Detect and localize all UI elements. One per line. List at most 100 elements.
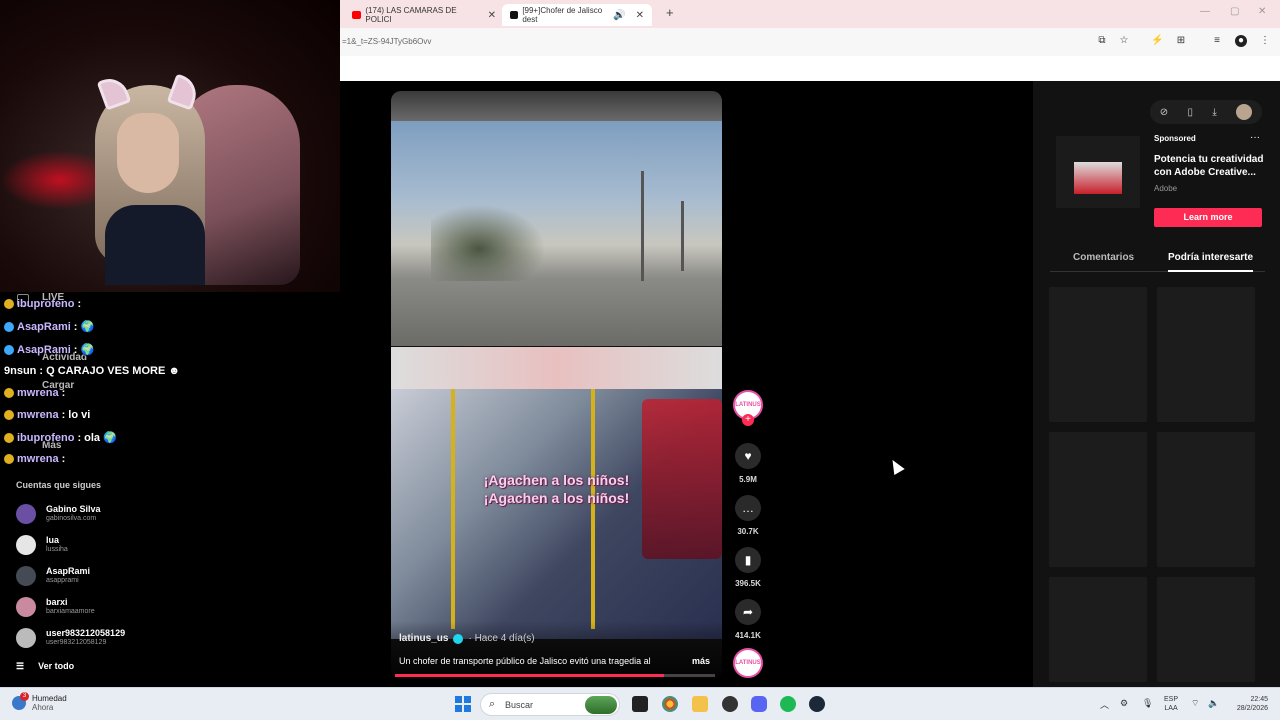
following-item[interactable]: Gabino Silva gabinosilva.com: [16, 502, 216, 528]
comment-button[interactable]: … 30.7K: [733, 495, 763, 536]
search-icon: ⌕: [489, 698, 496, 710]
compass-icon[interactable]: ⊘: [1160, 107, 1168, 118]
bookmark-icon[interactable]: ▮: [735, 547, 761, 573]
chat-message: AsapRami : 🌍: [4, 343, 94, 356]
author-avatar-button[interactable]: LATINUS +: [733, 390, 763, 426]
follow-plus-icon[interactable]: +: [742, 414, 754, 426]
start-button[interactable]: [455, 696, 471, 712]
lang-code: ESP: [1164, 696, 1179, 703]
video-info: latinus_us · Hace 4 día(s) Un chofer de …: [391, 621, 722, 679]
speaker-icon[interactable]: 🔊: [613, 10, 625, 21]
download-icon[interactable]: ⤓: [1212, 107, 1216, 118]
ad-image[interactable]: [1056, 136, 1140, 208]
suggested-thumbnail[interactable]: [1157, 287, 1255, 422]
task-view-icon[interactable]: [632, 696, 648, 712]
chat-badge-icon: [4, 344, 14, 355]
chat-badge-icon: [4, 410, 14, 420]
following-item[interactable]: barxi barxiamaamore: [16, 595, 216, 621]
install-icon[interactable]: ⧉: [1096, 35, 1108, 47]
avatar: [16, 597, 36, 617]
chat-text: : Q CARAJO VES MORE: [39, 365, 166, 377]
tab-tiktok[interactable]: [99+]Chofer de Jalisco dest 🔊 ✕: [502, 4, 652, 26]
video-top-strip: [391, 91, 722, 121]
media-icon[interactable]: ≡: [1211, 35, 1223, 47]
wifi-icon[interactable]: ⌔: [1191, 698, 1199, 709]
language-indicator[interactable]: ESP LAA: [1164, 695, 1178, 713]
close-window-icon[interactable]: ✕: [1258, 6, 1266, 17]
weather-widget[interactable]: 3 Humedad Ahora: [12, 692, 67, 712]
verified-icon: [453, 633, 464, 644]
video-author[interactable]: latinus_us · Hace 4 día(s): [399, 633, 535, 644]
see-all-button[interactable]: ☰ Ver todo: [16, 661, 74, 672]
comment-count: 30.7K: [737, 527, 759, 536]
file-explorer-icon[interactable]: [692, 696, 708, 712]
taskbar-search[interactable]: ⌕ Buscar: [480, 693, 620, 716]
chat-user: mwrena: [17, 387, 59, 399]
like-button[interactable]: ♥ 5.9M: [733, 443, 763, 484]
chat-message: mwrena : lo vi: [4, 409, 90, 421]
save-button[interactable]: ▮ 396.5K: [733, 547, 763, 588]
puzzle-icon[interactable]: ⊞: [1175, 35, 1187, 47]
progress-fill: [395, 674, 664, 677]
author-name[interactable]: latinus_us: [399, 633, 448, 644]
right-tabs: Comentarios Podría interesarte: [1050, 250, 1265, 272]
bookmark-star-icon[interactable]: ☆: [1118, 35, 1130, 47]
ad-title[interactable]: Potencia tu creatividad con Adobe Creati…: [1154, 153, 1264, 179]
following-item[interactable]: user983212058129 user983212058129: [16, 626, 216, 652]
following-item[interactable]: lua lussiha: [16, 533, 216, 559]
blur-band: [391, 347, 722, 389]
following-name: user983212058129: [46, 628, 126, 638]
share-button[interactable]: ➦ 414.1K: [733, 599, 763, 640]
app-icon[interactable]: [722, 696, 738, 712]
following-name: Gabino Silva: [46, 504, 101, 514]
chat-text: : ola: [77, 431, 101, 444]
maximize-icon[interactable]: ▢: [1230, 6, 1239, 17]
user-avatar-icon[interactable]: [1236, 104, 1253, 120]
more-button[interactable]: más: [692, 656, 710, 666]
address-bar[interactable]: =1&_t=ZS-94JTyGb6Ovv ⧉ ☆ ⚡ ⊞ ≡ ● ⋮: [340, 28, 1280, 56]
learn-more-button[interactable]: Learn more: [1154, 208, 1262, 227]
close-tab-icon[interactable]: ✕: [636, 10, 644, 21]
profile-icon[interactable]: ●: [1235, 35, 1247, 47]
suggested-thumbnail[interactable]: [1157, 577, 1255, 682]
streamer-face: [117, 113, 179, 193]
tab-youtube[interactable]: (174) LAS CAMARAS DE POLICI ✕: [344, 4, 504, 26]
tiktok-icon: [510, 11, 519, 19]
ad-brand: Adobe: [1154, 184, 1178, 193]
tab-suggested[interactable]: Podría interesarte: [1168, 252, 1254, 272]
suggested-thumbnail[interactable]: [1049, 577, 1147, 682]
streamer: [95, 73, 205, 285]
save-count: 396.5K: [735, 579, 761, 588]
sound-avatar[interactable]: LATINUS: [733, 648, 763, 678]
comment-icon[interactable]: …: [735, 495, 761, 521]
heart-icon[interactable]: ♥: [735, 443, 761, 469]
tray-app-icon[interactable]: ⚙: [1120, 698, 1128, 709]
phone-icon[interactable]: ▯: [1188, 107, 1194, 118]
utility-pole: [681, 201, 684, 271]
weather-icon: 3: [12, 692, 29, 710]
suggested-thumbnail[interactable]: [1049, 432, 1147, 567]
video-progress[interactable]: [395, 674, 715, 677]
tray-chevron-icon[interactable]: ︿: [1100, 698, 1109, 711]
following-item[interactable]: AsapRami asapprami: [16, 564, 216, 590]
minimize-icon[interactable]: —: [1200, 6, 1210, 17]
suggested-thumbnail[interactable]: [1157, 432, 1255, 567]
menu-dots-icon[interactable]: ⋮: [1259, 35, 1271, 47]
volume-icon[interactable]: 🔈: [1208, 698, 1219, 709]
discord-icon[interactable]: [751, 696, 767, 712]
clock[interactable]: 22:45 28/2/2026: [1228, 695, 1268, 713]
spotify-icon[interactable]: [780, 696, 796, 712]
close-tab-icon[interactable]: ✕: [488, 10, 496, 21]
ad-menu-icon[interactable]: ···: [1250, 132, 1260, 143]
suggested-thumbnail[interactable]: [1049, 287, 1147, 422]
video-player[interactable]: ¡Agachen a los niños! ¡Agachen a los niñ…: [391, 91, 722, 679]
tab-comments[interactable]: Comentarios: [1073, 252, 1134, 263]
new-tab-button[interactable]: +: [666, 5, 674, 20]
lang-layout: LAA: [1164, 705, 1178, 712]
sound-disc[interactable]: LATINUS: [733, 648, 763, 678]
extension-icon[interactable]: ⚡: [1151, 35, 1163, 47]
microphone-icon[interactable]: 🎙: [1142, 698, 1153, 709]
chrome-icon[interactable]: [662, 696, 678, 712]
steam-icon[interactable]: [809, 696, 825, 712]
share-icon[interactable]: ➦: [735, 599, 761, 625]
